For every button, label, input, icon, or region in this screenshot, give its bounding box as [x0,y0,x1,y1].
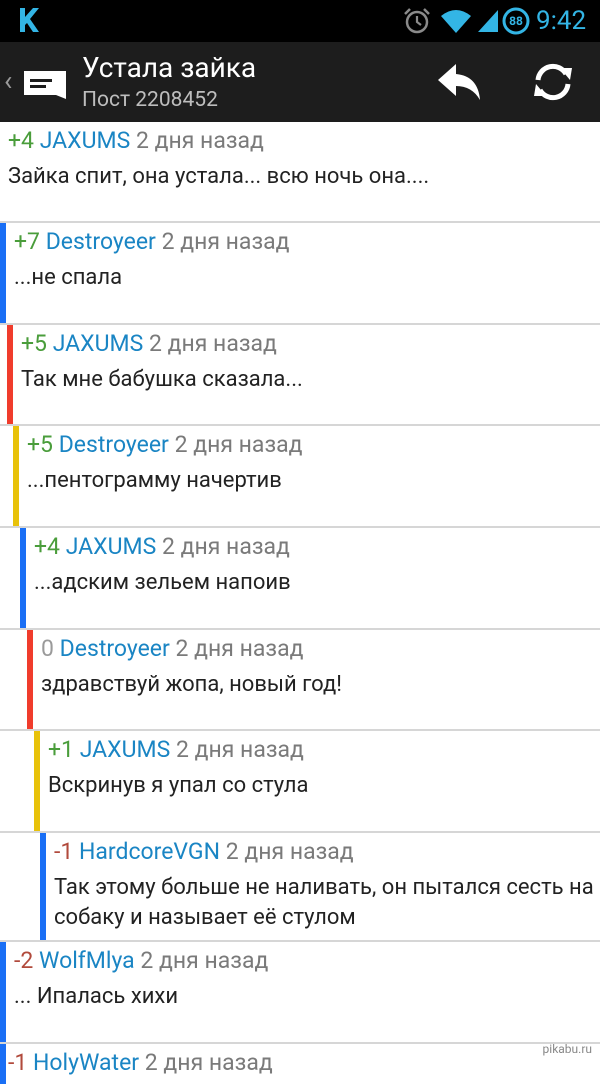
comment-author[interactable]: JAXUMS [66,533,157,560]
comment-author[interactable]: HardcoreVGN [79,838,220,865]
comment-header: -1 HardcoreVGN 2 дня назад [54,837,354,867]
thread-depth-bar [7,325,13,424]
comment-time: 2 дня назад [144,1049,273,1076]
comment-score: +4 [8,127,34,154]
comment-text: ...не спала [14,265,123,290]
comment-time: 2 дня назад [135,127,264,154]
page-subtitle: Пост 2208452 [82,88,218,112]
comment-time: 2 дня назад [174,431,303,458]
comment-author[interactable]: Destroyeer [46,228,156,255]
comment-time: 2 дня назад [148,330,277,357]
status-time: 9:42 [536,6,587,36]
wifi-icon [441,10,471,33]
comment-text: ... Ипалась хихи [14,984,179,1009]
thread-depth-bar [13,426,19,526]
comment-item[interactable]: -1 HardcoreVGN 2 дня назад Так этому бол… [0,833,600,942]
comment-score: +1 [48,736,74,763]
comment-item[interactable]: -2 WolfMlya 2 дня назад ... Ипалась хихи [0,942,600,1044]
comment-time: 2 дня назад [175,635,304,662]
action-bar: ‹ Устала зайка Пост 2208452 [0,42,600,122]
comment-text: Так мне бабушка сказала... [21,367,303,392]
comment-header: -2 WolfMlya 2 дня назад [14,946,268,976]
comment-header: 0 Destroyeer 2 дня назад [41,634,303,664]
comment-time: 2 дня назад [161,533,290,560]
signal-icon [478,10,498,32]
comment-time: 2 дня назад [225,838,354,865]
comment-author[interactable]: Destroyeer [60,635,170,662]
thread-depth-bar [0,942,6,1042]
comment-score: -1 [8,1049,28,1076]
alarm-icon [404,8,430,34]
comment-text: ...пентограмму начертив [27,468,282,493]
comment-text: Так этому больше не наливать, он пытался… [54,875,594,930]
comment-time: 2 дня назад [140,947,269,974]
comment-item[interactable]: +1 JAXUMS 2 дня назад Вскринув я упал со… [0,731,600,833]
comment-header: +5 JAXUMS 2 дня назад [21,329,277,359]
reply-icon[interactable] [436,60,484,104]
comment-item[interactable]: -1 HolyWater 2 дня назад [0,1044,600,1084]
comment-item[interactable]: +4 JAXUMS 2 дня назад ...адским зельем н… [0,528,600,630]
refresh-icon[interactable] [530,60,576,104]
thread-depth-bar [34,731,40,831]
comment-author[interactable]: JAXUMS [53,330,144,357]
page-title: Устала зайка [82,51,257,84]
thread-depth-bar [0,1044,6,1084]
comment-item[interactable]: +5 JAXUMS 2 дня назад Так мне бабушка ск… [0,325,600,426]
comment-score: +7 [14,228,40,255]
comment-list[interactable]: +4 JAXUMS 2 дня назад Зайка спит, она ус… [0,122,600,1084]
comment-item[interactable]: +4 JAXUMS 2 дня назад Зайка спит, она ус… [0,122,600,223]
k-app-icon [20,8,39,32]
comment-score: +5 [27,431,53,458]
status-bar: 88 9:42 [0,0,600,42]
comment-score: -2 [14,947,34,974]
comment-score: 0 [41,635,54,662]
comment-time: 2 дня назад [175,736,304,763]
comment-item[interactable]: +7 Destroyeer 2 дня назад ...не спала [0,223,600,325]
comment-text: Вскринув я упал со стула [48,773,309,798]
comment-header: +7 Destroyeer 2 дня назад [14,227,290,257]
watermark: pikabu.ru [542,1042,592,1056]
thread-depth-bar [40,833,46,940]
comment-header: +1 JAXUMS 2 дня назад [48,735,304,765]
comment-header: +4 JAXUMS 2 дня назад [8,126,264,156]
comment-score: -1 [54,838,74,865]
thread-depth-bar [0,223,6,323]
comment-text: Зайка спит, она устала... всю ночь она..… [8,164,430,189]
comment-author[interactable]: JAXUMS [40,127,131,154]
comment-author[interactable]: JAXUMS [80,736,171,763]
back-chevron-icon[interactable]: ‹ [4,66,12,96]
comment-item[interactable]: 0 Destroyeer 2 дня назад здравствуй жопа… [0,630,600,731]
comment-author[interactable]: WolfMlya [39,947,135,974]
thread-depth-bar [27,630,33,729]
battery-level: 88 [509,14,523,28]
comment-text: здравствуй жопа, новый год! [41,672,342,697]
comment-author[interactable]: HolyWater [33,1049,139,1076]
comment-header: +5 Destroyeer 2 дня назад [27,430,303,460]
comment-score: +4 [34,533,60,560]
comment-header: -1 HolyWater 2 дня назад [8,1048,273,1078]
comment-text: ...адским зельем напоив [34,570,291,595]
comment-item[interactable]: +5 Destroyeer 2 дня назад ...пентограмму… [0,426,600,528]
thread-depth-bar [20,528,26,628]
comment-time: 2 дня назад [161,228,290,255]
comment-header: +4 JAXUMS 2 дня назад [34,532,290,562]
comment-author[interactable]: Destroyeer [59,431,169,458]
comment-score: +5 [21,330,47,357]
logo-icon[interactable] [22,67,70,99]
